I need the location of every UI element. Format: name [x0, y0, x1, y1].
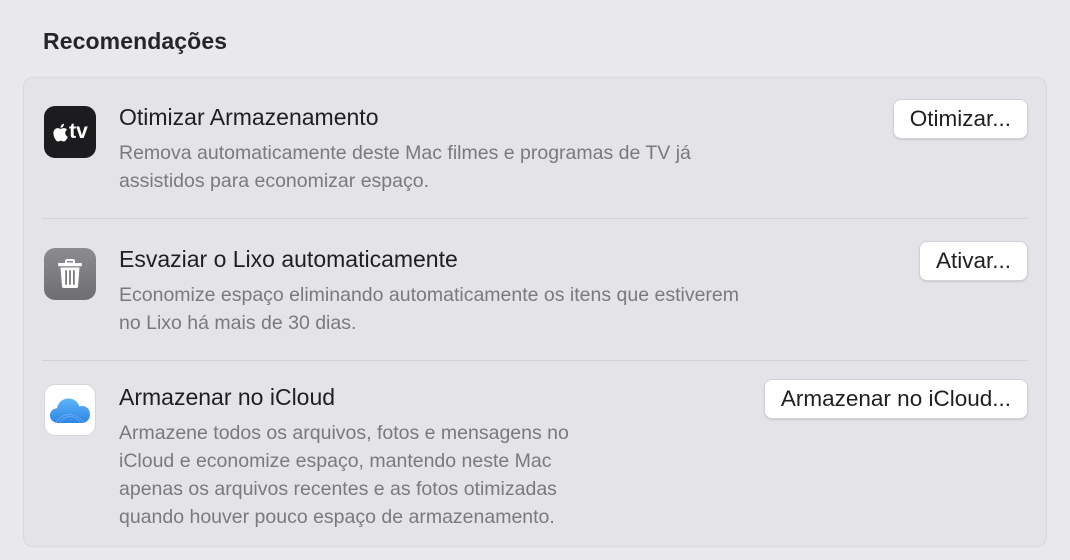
apple-tv-icon-label: tv	[69, 120, 88, 143]
optimize-button[interactable]: Otimizar...	[892, 99, 1028, 139]
icloud-title: Armazenar no iCloud	[119, 384, 336, 410]
icloud-icon	[44, 384, 96, 436]
optimize-storage-title: Otimizar Armazenamento	[119, 104, 379, 130]
apple-tv-icon: tv	[44, 106, 96, 158]
icloud-description: Armazene todos os arquivos, fotos e mens…	[119, 422, 569, 528]
store-in-icloud-button[interactable]: Armazenar no iCloud...	[763, 379, 1028, 419]
trash-icon	[44, 248, 96, 300]
empty-trash-description: Economize espaço eliminando automaticame…	[119, 284, 740, 334]
divider	[42, 218, 1028, 219]
apple-logo-icon	[53, 123, 68, 141]
section-title: Recomendações	[43, 28, 228, 54]
divider	[42, 360, 1028, 361]
activate-button[interactable]: Ativar...	[918, 241, 1028, 281]
optimize-storage-description: Remova automaticamente deste Mac filmes …	[119, 142, 691, 192]
empty-trash-title: Esvaziar o Lixo automaticamente	[119, 246, 458, 272]
recommendations-card: tv Otimizar Armazenamento Remova automat…	[23, 77, 1047, 547]
